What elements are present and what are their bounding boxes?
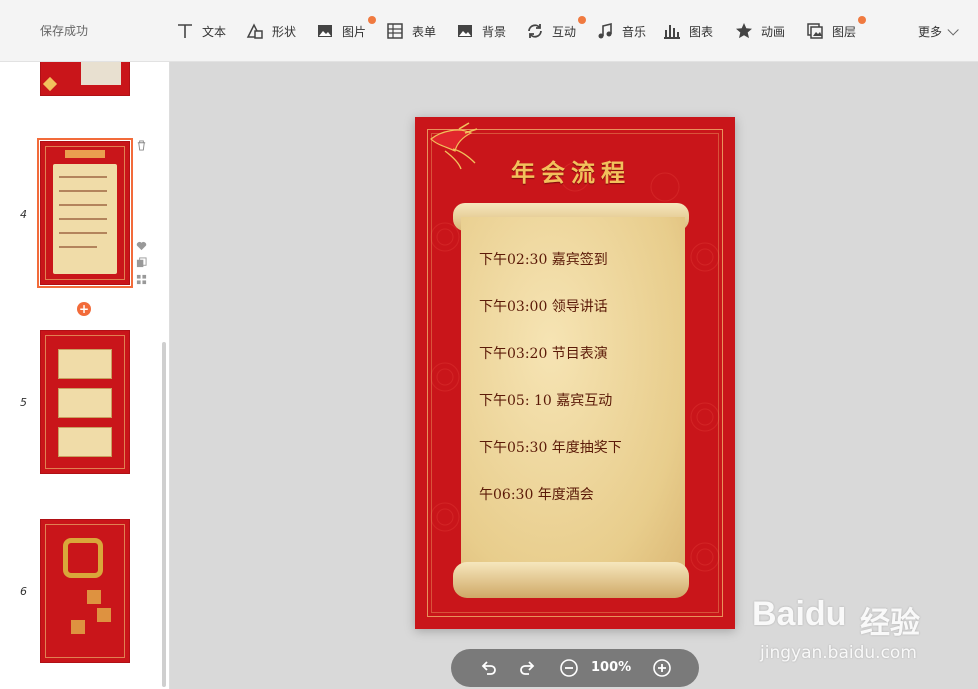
interaction-icon [528, 24, 542, 38]
chevron-down-icon [947, 23, 959, 36]
thumbnail-image [81, 62, 121, 85]
page-number-6: 6 [20, 585, 27, 598]
thumbnail-scroll [53, 164, 117, 274]
thumbnail-ornament [87, 590, 101, 604]
thumbnail-line [59, 218, 107, 220]
zoom-level: 100% [591, 660, 632, 675]
schedule-item[interactable]: 下午03:20 节目表演 [479, 343, 608, 363]
text-icon [178, 24, 192, 38]
image-notification-dot [368, 16, 376, 24]
thumbnail-title [65, 150, 105, 158]
music-tool-button[interactable]: 音乐 [596, 19, 646, 43]
schedule-item[interactable]: 下午02:30 嘉宾签到 [479, 249, 608, 269]
layer-tool-label: 图层 [832, 24, 857, 39]
thumbnail-box [58, 427, 112, 457]
page-number-4: 4 [20, 208, 27, 221]
thumbnail-ornament [97, 608, 111, 622]
schedule-item[interactable]: 下午05:30 年度抽奖下 [479, 437, 622, 457]
heart-icon[interactable] [136, 240, 147, 251]
sidebar-scrollbar[interactable] [162, 342, 166, 687]
add-page-button[interactable]: + [77, 302, 91, 316]
page-thumbnail-6[interactable] [40, 519, 130, 663]
undo-icon[interactable] [479, 658, 499, 678]
zoom-in-icon[interactable] [652, 658, 672, 678]
save-status: 保存成功 [40, 24, 89, 38]
trash-icon[interactable] [136, 140, 147, 151]
page-thumbnail-4[interactable] [37, 138, 133, 288]
image-icon [318, 25, 332, 37]
interaction-tool-button[interactable]: 互动 [526, 16, 586, 43]
shape-icon [246, 23, 263, 39]
shape-tool-button[interactable]: 形状 [246, 19, 296, 43]
chart-tool-label: 图表 [689, 24, 714, 39]
page-thumbnail-3[interactable] [40, 62, 130, 96]
scroll-bottom-roll [453, 562, 689, 598]
music-tool-label: 音乐 [622, 24, 647, 39]
watermark-logo: Baidu [752, 595, 847, 633]
form-tool-button[interactable]: 表单 [386, 19, 436, 43]
zoom-out-icon[interactable] [559, 658, 579, 678]
background-tool-label: 背景 [482, 24, 507, 39]
thumbnail-line [59, 246, 97, 248]
background-icon [458, 25, 472, 37]
slide-title[interactable]: 年会流程 [511, 153, 631, 188]
chart-tool-button[interactable]: 图表 [663, 19, 713, 43]
thumbnail-box [58, 388, 112, 418]
lantern-ribbon-icon [430, 122, 478, 170]
animation-tool-button[interactable]: 动画 [735, 19, 785, 43]
thumbnail-line [59, 176, 107, 178]
thumbnail-line [59, 204, 107, 206]
page-number-5: 5 [20, 396, 27, 409]
background-tool-button[interactable]: 背景 [456, 19, 506, 43]
page-thumbnail-sidebar: 4 + 5 6 [0, 62, 170, 689]
redo-icon[interactable] [517, 658, 537, 678]
thumbnail-line [59, 190, 107, 192]
page-thumbnail-5[interactable] [40, 330, 130, 474]
image-tool-button[interactable]: 图片 [316, 16, 376, 43]
music-icon [598, 22, 612, 39]
watermark-cn: 经验 [860, 606, 920, 641]
slide-page[interactable]: 年会流程 下午02:30 嘉宾签到 下午03:00 领导讲话 下午03:20 节… [415, 117, 735, 629]
interaction-notification-dot [578, 16, 586, 24]
shape-tool-label: 形状 [272, 24, 297, 39]
chart-icon [664, 25, 680, 39]
schedule-item[interactable]: 下午05: 10 嘉宾互动 [479, 390, 612, 410]
thumbnail-box [58, 349, 112, 379]
watermark-url: jingyan.baidu.com [760, 643, 917, 663]
more-label: 更多 [918, 25, 943, 39]
animation-icon [736, 23, 752, 39]
zoom-toolbar: 100% [451, 649, 699, 687]
layer-icon [807, 23, 823, 39]
form-icon [387, 23, 403, 39]
interaction-tool-label: 互动 [552, 24, 577, 39]
schedule-item[interactable]: 下午03:00 领导讲话 [479, 296, 608, 316]
thumbnail-fu-emblem [63, 538, 103, 578]
thumbnail-line [59, 232, 107, 234]
schedule-item[interactable]: 午06:30 年度酒会 [479, 484, 594, 504]
more-button[interactable]: 更多 [918, 23, 959, 40]
top-toolbar: 保存成功 文本 形状 图片 表单 背景 互动 音乐 图表 动画 图层 更多 [0, 0, 978, 62]
thumbnail-ornament [42, 76, 58, 92]
layer-tool-button[interactable]: 图层 [806, 16, 866, 43]
copy-icon[interactable] [136, 257, 147, 268]
form-tool-label: 表单 [412, 24, 437, 39]
animation-tool-label: 动画 [761, 24, 786, 39]
grid-icon[interactable] [136, 274, 147, 285]
text-tool-button[interactable]: 文本 [176, 19, 226, 43]
layer-notification-dot [858, 16, 866, 24]
image-tool-label: 图片 [342, 24, 367, 39]
baidu-watermark: Baidu 经验 jingyan.baidu.com [752, 590, 952, 670]
text-tool-label: 文本 [202, 24, 227, 39]
thumbnail-ornament [71, 620, 85, 634]
